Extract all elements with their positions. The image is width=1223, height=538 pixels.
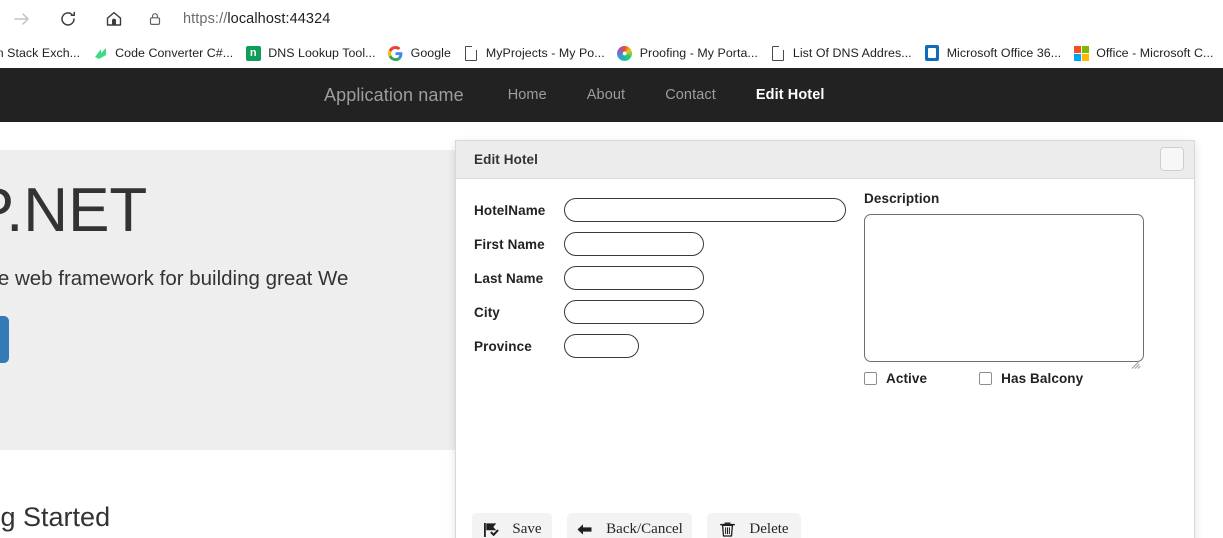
address-bar[interactable]: https://localhost:44324 bbox=[134, 3, 1216, 35]
label-lastname: Last Name bbox=[474, 270, 544, 286]
browser-toolbar: https://localhost:44324 bbox=[0, 0, 1223, 38]
bookmark-item[interactable]: n DNS Lookup Tool... bbox=[239, 41, 381, 65]
form-row-city: City bbox=[474, 295, 874, 329]
delete-button[interactable]: Delete bbox=[707, 513, 801, 538]
save-button[interactable]: Save bbox=[472, 513, 552, 538]
delete-button-label: Delete bbox=[749, 521, 789, 537]
nav-link-contact[interactable]: Contact bbox=[665, 87, 716, 103]
bookmark-item[interactable]: ● Proofing - My Porta... bbox=[611, 41, 764, 65]
label-city: City bbox=[474, 304, 500, 320]
form-row-lastname: Last Name bbox=[474, 261, 874, 295]
back-cancel-button-label: Back/Cancel bbox=[606, 521, 683, 537]
home-button[interactable] bbox=[98, 3, 130, 35]
green-arrow-favicon-icon bbox=[92, 45, 108, 61]
google-favicon-icon bbox=[388, 45, 404, 61]
bookmark-label: Proofing - My Porta... bbox=[639, 46, 758, 60]
save-flag-icon bbox=[482, 521, 500, 538]
bookmark-item[interactable]: Google bbox=[382, 41, 457, 65]
bookmark-label: List Of DNS Addres... bbox=[792, 46, 912, 60]
checkbox-has-balcony-label: Has Balcony bbox=[1001, 371, 1084, 386]
modal-actions: Save Back/Cancel Delete bbox=[472, 513, 816, 538]
arrow-left-icon bbox=[576, 521, 593, 538]
navbar-brand[interactable]: Application name bbox=[324, 85, 464, 106]
bookmark-label: DNS Lookup Tool... bbox=[268, 46, 376, 60]
save-button-label: Save bbox=[512, 521, 542, 537]
description-textarea[interactable] bbox=[864, 214, 1144, 362]
bookmark-label: Google bbox=[410, 46, 451, 60]
onenote-favicon-icon: n bbox=[245, 45, 261, 61]
reload-button[interactable] bbox=[52, 3, 84, 35]
checkbox-group: Active Has Balcony bbox=[864, 371, 1135, 386]
bookmark-item[interactable]: Office - Microsoft C... bbox=[1067, 41, 1219, 65]
forward-button[interactable] bbox=[6, 3, 38, 35]
bookmark-item[interactable]: Microsoft Office 36... bbox=[918, 41, 1068, 65]
hotelname-input[interactable] bbox=[564, 198, 846, 222]
label-description: Description bbox=[864, 191, 940, 206]
firstname-input[interactable] bbox=[564, 232, 704, 256]
bookmark-label: Microsoft Office 36... bbox=[946, 46, 1062, 60]
document-favicon-icon bbox=[770, 45, 786, 61]
site-navbar: Application name Home About Contact Edit… bbox=[0, 68, 1223, 122]
checkbox-active[interactable]: Active bbox=[864, 371, 927, 386]
close-icon[interactable] bbox=[1160, 147, 1184, 171]
nav-link-edit-hotel[interactable]: Edit Hotel bbox=[756, 87, 825, 103]
rainbow-favicon-icon: ● bbox=[617, 45, 633, 61]
web-page-viewport: Application name Home About Contact Edit… bbox=[0, 68, 1223, 538]
label-firstname: First Name bbox=[474, 236, 545, 252]
bookmark-item[interactable]: List Of DNS Addres... bbox=[764, 41, 918, 65]
address-bar-text: https://localhost:44324 bbox=[183, 11, 331, 27]
edit-hotel-modal: Edit Hotel HotelName First Name Last Nam… bbox=[455, 140, 1195, 538]
trash-icon bbox=[719, 521, 736, 538]
learn-more-button[interactable]: n more » bbox=[0, 316, 10, 364]
checkbox-box-icon[interactable] bbox=[864, 372, 877, 385]
checkbox-has-balcony[interactable]: Has Balcony bbox=[979, 371, 1083, 386]
bookmark-label: ion Stack Exch... bbox=[0, 46, 81, 60]
home-icon bbox=[104, 9, 124, 29]
section-heading-getting-started: ting Started bbox=[0, 502, 111, 532]
label-province: Province bbox=[474, 338, 532, 354]
reload-icon bbox=[58, 9, 78, 29]
lastname-input[interactable] bbox=[564, 266, 704, 290]
lock-icon bbox=[147, 11, 163, 27]
form-row-firstname: First Name bbox=[474, 227, 874, 261]
jumbotron: ASP.NET NET is a free web framework for … bbox=[0, 150, 458, 450]
bookmark-label: Code Converter C#... bbox=[115, 46, 234, 60]
bookmarks-bar: ion Stack Exch... Code Converter C#... n… bbox=[0, 38, 1223, 68]
bookmark-item[interactable]: ion Stack Exch... bbox=[0, 41, 86, 65]
modal-body: HotelName First Name Last Name City Prov bbox=[456, 179, 1194, 538]
office-favicon-icon bbox=[924, 45, 940, 61]
bookmark-label: Office - Microsoft C... bbox=[1096, 46, 1214, 60]
nav-link-about[interactable]: About bbox=[587, 87, 625, 103]
arrow-right-icon bbox=[12, 9, 32, 29]
form-row-hotelname: HotelName bbox=[474, 193, 874, 227]
address-bar-host: localhost:44324 bbox=[227, 11, 331, 27]
checkbox-box-icon[interactable] bbox=[979, 372, 993, 385]
description-group: Description bbox=[864, 191, 1154, 369]
back-cancel-button[interactable]: Back/Cancel bbox=[567, 513, 692, 538]
jumbotron-title: ASP.NET bbox=[0, 176, 148, 245]
nav-link-home[interactable]: Home bbox=[508, 87, 547, 103]
hotel-form-fields: HotelName First Name Last Name City Prov bbox=[474, 193, 874, 363]
province-input[interactable] bbox=[564, 334, 639, 358]
bookmark-item[interactable]: MyProjects - My Po... bbox=[457, 41, 611, 65]
document-favicon-icon bbox=[463, 45, 479, 61]
bookmark-label: MyProjects - My Po... bbox=[485, 46, 605, 60]
form-row-province: Province bbox=[474, 329, 874, 363]
modal-title: Edit Hotel bbox=[474, 152, 538, 167]
jumbotron-subtitle: NET is a free web framework for building… bbox=[0, 267, 349, 291]
label-hotelname: HotelName bbox=[474, 202, 546, 218]
checkbox-active-label: Active bbox=[886, 371, 928, 386]
modal-header: Edit Hotel bbox=[456, 141, 1194, 179]
microsoft-squares-favicon-icon bbox=[1073, 45, 1089, 61]
browser-chrome: https://localhost:44324 ion Stack Exch..… bbox=[0, 0, 1223, 68]
bookmark-item[interactable]: Code Converter C#... bbox=[86, 41, 239, 65]
city-input[interactable] bbox=[564, 300, 704, 324]
